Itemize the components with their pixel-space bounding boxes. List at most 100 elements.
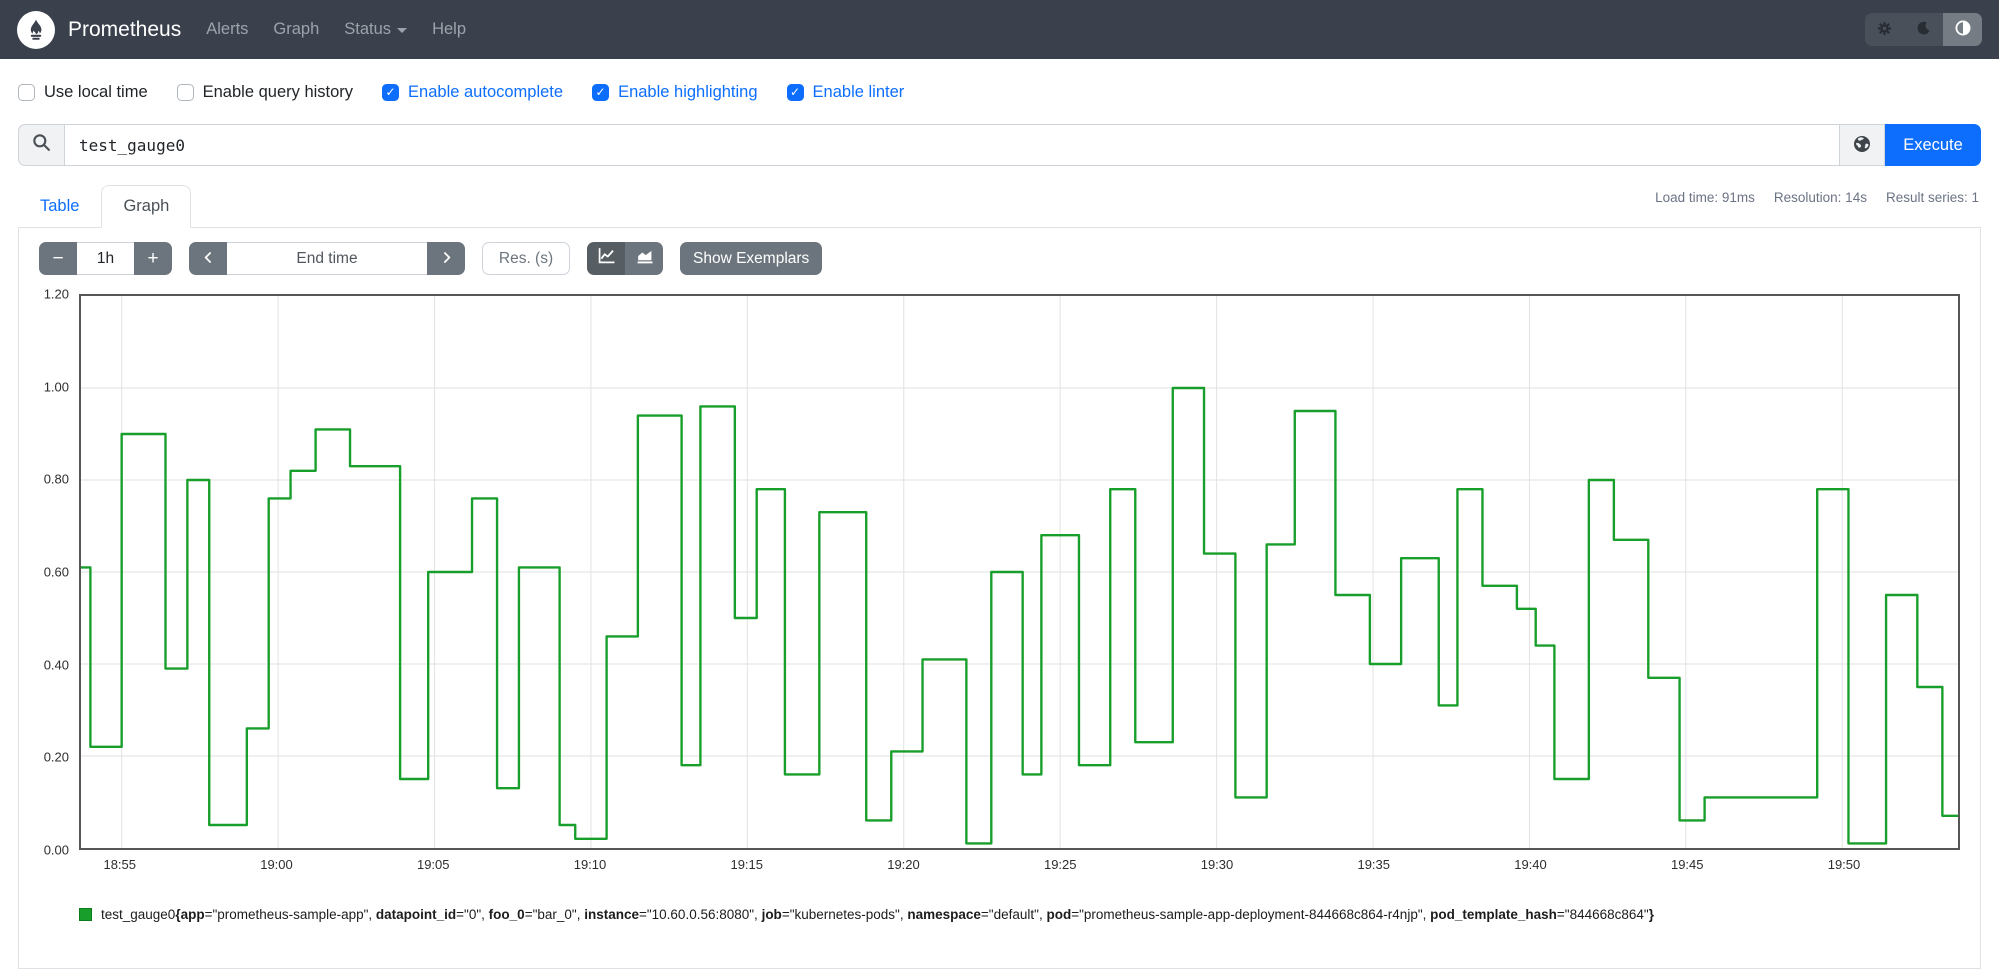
stat-load-time: Load time: 91ms bbox=[1655, 190, 1755, 205]
checkbox-enable-highlighting[interactable]: ✓ Enable highlighting bbox=[592, 82, 758, 102]
metrics-explorer-button[interactable] bbox=[1839, 124, 1885, 166]
stat-result-series: Result series: 1 bbox=[1885, 190, 1979, 205]
x-tick-label: 19:20 bbox=[887, 857, 920, 872]
line-chart-icon bbox=[598, 247, 615, 270]
checkbox-box: ✓ bbox=[592, 83, 610, 101]
chart-type-group bbox=[587, 242, 663, 275]
x-tick-label: 19:45 bbox=[1670, 857, 1704, 872]
query-stats: Load time: 91ms Resolution: 14s Result s… bbox=[1655, 190, 1979, 205]
chart-area: 0.00 0.20 0.40 0.60 0.80 1.00 1.20 18:55 19:00 1… bbox=[39, 287, 1960, 877]
decrease-range-button[interactable]: − bbox=[39, 242, 77, 275]
execute-button[interactable]: Execute bbox=[1885, 124, 1981, 166]
query-prefix bbox=[18, 124, 64, 166]
stat-resolution: Resolution: 14s bbox=[1773, 190, 1867, 205]
graph-controls: − 1h + End time Res. (s) Show Exemplars bbox=[39, 242, 1960, 275]
brand-title: Prometheus bbox=[68, 17, 182, 41]
search-icon bbox=[32, 133, 51, 157]
query-input-group: Execute bbox=[18, 124, 1981, 166]
stacked-chart-button[interactable] bbox=[625, 242, 663, 275]
tabs-zone: Table Graph Load time: 91ms Resolution: … bbox=[18, 185, 1981, 228]
checkbox-box: ✓ bbox=[18, 83, 35, 101]
checkbox-label: Enable linter bbox=[812, 82, 905, 101]
series-plot bbox=[81, 296, 1958, 848]
nav-item-alerts[interactable]: Alerts bbox=[206, 20, 248, 39]
y-tick-label: 0.40 bbox=[43, 657, 69, 673]
chevron-down-icon bbox=[397, 28, 408, 33]
checkbox-label: Use local time bbox=[44, 82, 148, 101]
time-forward-button[interactable] bbox=[427, 242, 465, 275]
checkbox-enable-autocomplete[interactable]: ✓ Enable autocomplete bbox=[382, 83, 563, 102]
range-value[interactable]: 1h bbox=[77, 242, 134, 275]
resolution-input[interactable] bbox=[482, 242, 570, 275]
y-axis-labels: 0.00 0.20 0.40 0.60 0.80 1.00 1.20 bbox=[39, 287, 73, 858]
series-legend[interactable]: test_gauge0{app="prometheus-sample-app",… bbox=[79, 907, 1960, 922]
checkbox-label: Enable query history bbox=[202, 82, 354, 101]
nav-item-graph[interactable]: Graph bbox=[273, 20, 319, 39]
plot-canvas[interactable] bbox=[79, 294, 1960, 850]
checkmark-icon: ✓ bbox=[180, 85, 190, 99]
x-axis-labels: 18:55 19:00 19:05 19:10 19:15 19:20 19:25 19:30… bbox=[79, 850, 1960, 877]
stacked-area-icon bbox=[636, 247, 653, 270]
globe-icon bbox=[1853, 135, 1871, 156]
global-options-bar: ✓ Use local time ✓ Enable query history … bbox=[0, 59, 1999, 106]
tab-table[interactable]: Table bbox=[18, 185, 101, 228]
x-tick-label: 19:35 bbox=[1357, 857, 1391, 872]
nav-links: Alerts Graph Status Help bbox=[206, 20, 466, 39]
nav-item-help[interactable]: Help bbox=[432, 20, 466, 39]
time-back-button[interactable] bbox=[189, 242, 227, 275]
checkbox-label: Enable autocomplete bbox=[408, 82, 564, 101]
y-tick-label: 0.20 bbox=[43, 749, 69, 765]
checkbox-box: ✓ bbox=[382, 83, 400, 101]
y-tick-label: 0.60 bbox=[43, 564, 69, 580]
expression-input[interactable] bbox=[64, 124, 1839, 166]
graph-panel: − 1h + End time Res. (s) Show Exemplars … bbox=[18, 228, 1981, 969]
chevron-right-icon bbox=[440, 248, 453, 270]
legend-color-swatch bbox=[79, 908, 92, 921]
x-tick-label: 19:30 bbox=[1200, 857, 1234, 872]
checkbox-enable-query-history[interactable]: ✓ Enable query history bbox=[176, 82, 354, 102]
tab-graph[interactable]: Graph bbox=[101, 185, 192, 228]
chevron-left-icon bbox=[202, 248, 215, 270]
x-tick-label: 19:10 bbox=[573, 857, 607, 872]
end-time-input[interactable] bbox=[227, 242, 427, 275]
theme-auto-button[interactable] bbox=[1943, 13, 1982, 46]
x-tick-label: 18:55 bbox=[103, 857, 137, 872]
checkbox-box: ✓ bbox=[786, 83, 804, 101]
checkbox-box: ✓ bbox=[176, 83, 194, 101]
y-tick-label: 1.20 bbox=[43, 286, 69, 302]
checkbox-enable-linter[interactable]: ✓ Enable linter bbox=[786, 82, 905, 102]
checkbox-use-local-time[interactable]: ✓ Use local time bbox=[18, 83, 148, 102]
checkmark-icon: ✓ bbox=[21, 85, 31, 99]
x-tick-label: 19:00 bbox=[260, 857, 293, 872]
legend-label-text: test_gauge0{app="prometheus-sample-app",… bbox=[101, 907, 1654, 922]
nav-item-status-dropdown[interactable]: Status bbox=[344, 20, 408, 39]
checkmark-icon: ✓ bbox=[790, 85, 801, 99]
x-tick-label: 19:15 bbox=[730, 857, 764, 872]
y-tick-label: 0.00 bbox=[43, 842, 69, 858]
theme-dark-button[interactable] bbox=[1904, 13, 1943, 46]
checkmark-icon: ✓ bbox=[385, 85, 396, 99]
checkmark-icon: ✓ bbox=[595, 85, 606, 99]
gear-icon bbox=[1877, 21, 1892, 39]
x-tick-label: 19:05 bbox=[416, 857, 450, 872]
prometheus-logo-icon bbox=[17, 10, 55, 49]
increase-range-button[interactable]: + bbox=[134, 242, 172, 275]
brand-home-link[interactable]: Prometheus bbox=[17, 10, 182, 49]
range-control-group: − 1h + bbox=[39, 242, 172, 275]
end-time-control-group bbox=[189, 242, 465, 275]
plus-icon: + bbox=[147, 247, 159, 269]
minus-icon: − bbox=[52, 247, 64, 269]
line-chart-button[interactable] bbox=[587, 242, 625, 275]
navbar: Prometheus Alerts Graph Status Help bbox=[0, 0, 1999, 59]
y-tick-label: 1.00 bbox=[43, 379, 69, 395]
checkbox-label: Enable highlighting bbox=[618, 82, 758, 101]
x-tick-label: 19:50 bbox=[1827, 857, 1861, 872]
theme-toggle-group bbox=[1865, 13, 1982, 46]
theme-light-button[interactable] bbox=[1865, 13, 1904, 46]
x-tick-label: 19:25 bbox=[1043, 857, 1077, 872]
show-exemplars-button[interactable]: Show Exemplars bbox=[680, 242, 823, 275]
y-tick-label: 0.80 bbox=[43, 471, 69, 487]
contrast-icon bbox=[1955, 20, 1971, 39]
x-tick-label: 19:40 bbox=[1514, 857, 1547, 872]
moon-icon bbox=[1917, 21, 1931, 38]
